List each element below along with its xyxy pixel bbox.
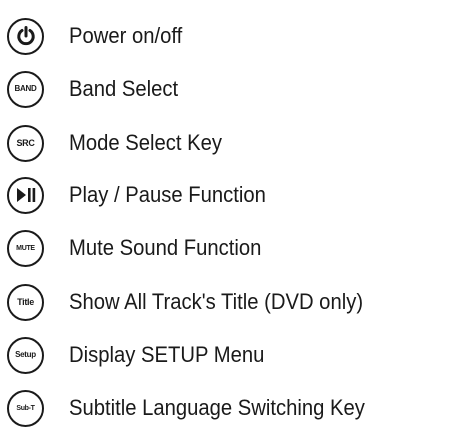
title-button-text: Title bbox=[17, 296, 34, 307]
band-button-icon: BAND bbox=[7, 70, 44, 108]
power-symbol bbox=[16, 26, 35, 46]
setup-button-icon: Setup bbox=[7, 336, 44, 374]
legend-row-setup: Setup Display SETUP Menu bbox=[7, 333, 281, 377]
band-button-text: BAND bbox=[14, 84, 37, 93]
legend-row-src: SRC Mode Select Key bbox=[7, 121, 235, 165]
legend-label-mute: Mute Sound Function bbox=[69, 235, 262, 260]
power-icon bbox=[7, 17, 44, 55]
subtitle-button-text: Sub-T bbox=[16, 404, 35, 412]
legend-row-band: BAND Band Select bbox=[7, 67, 188, 111]
legend-row-title: Title Show All Track's Title (DVD only) bbox=[7, 280, 389, 324]
button-legend: Power on/off BAND Band Select SRC Mode S… bbox=[0, 0, 465, 441]
legend-label-power: Power on/off bbox=[69, 23, 183, 48]
legend-row-mute: MUTE Mute Sound Function bbox=[7, 226, 278, 270]
setup-button-text: Setup bbox=[15, 350, 36, 359]
legend-label-src: Mode Select Key bbox=[69, 130, 223, 155]
legend-label-setup: Display SETUP Menu bbox=[69, 342, 265, 367]
play-pause-symbol bbox=[16, 188, 35, 202]
legend-label-subtitle: Subtitle Language Switching Key bbox=[69, 395, 365, 420]
subtitle-button-icon: Sub-T bbox=[7, 389, 44, 427]
legend-row-play-pause: Play / Pause Function bbox=[7, 173, 283, 217]
legend-label-title: Show All Track's Title (DVD only) bbox=[69, 289, 364, 314]
legend-label-band: Band Select bbox=[69, 76, 179, 101]
play-pause-icon bbox=[7, 176, 44, 214]
src-button-icon: SRC bbox=[7, 124, 44, 162]
mute-button-text: MUTE bbox=[16, 244, 35, 252]
legend-row-subtitle: Sub-T Subtitle Language Switching Key bbox=[7, 386, 391, 430]
legend-label-play-pause: Play / Pause Function bbox=[69, 182, 266, 207]
title-button-icon: Title bbox=[7, 283, 44, 321]
src-button-text: SRC bbox=[16, 137, 35, 148]
legend-row-power: Power on/off bbox=[7, 14, 192, 58]
mute-button-icon: MUTE bbox=[7, 229, 44, 267]
